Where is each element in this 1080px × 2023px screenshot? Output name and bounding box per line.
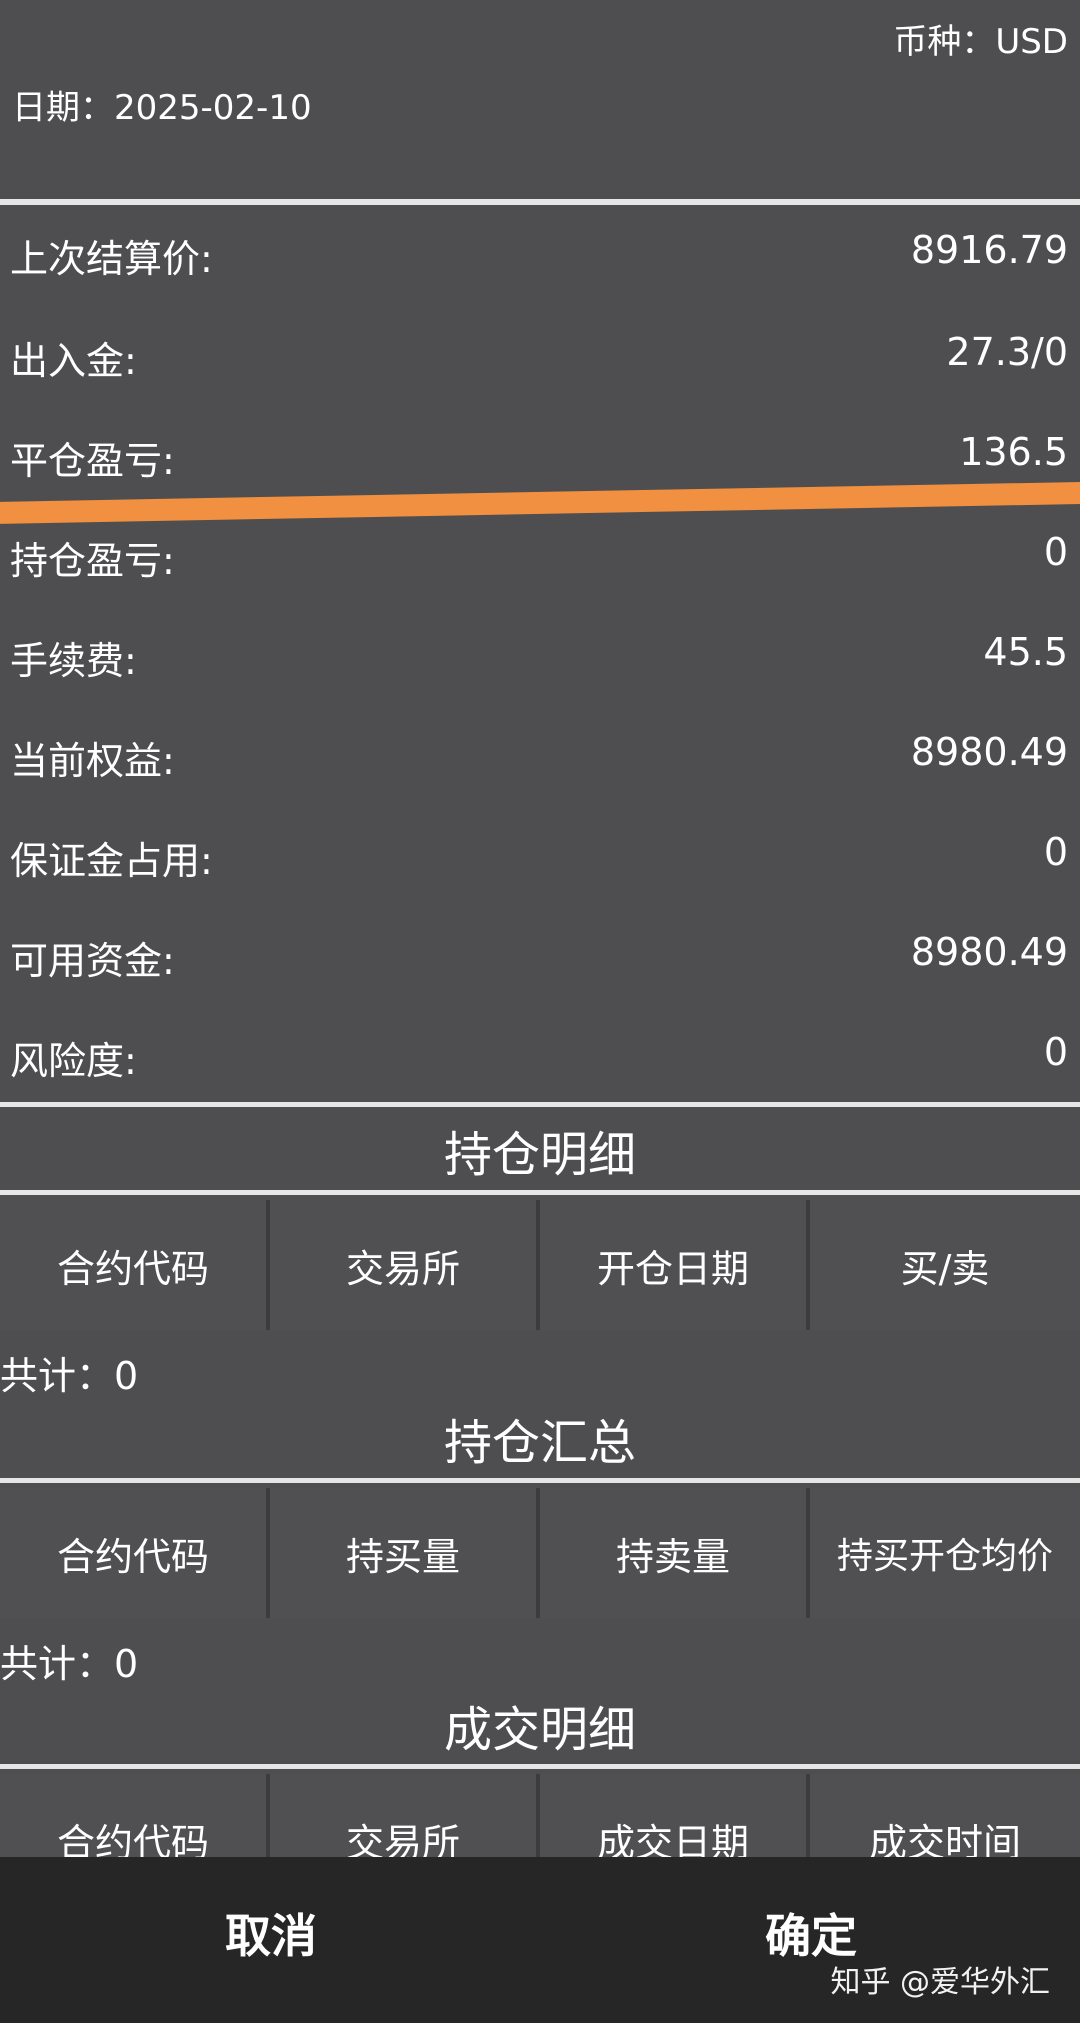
divider (0, 1764, 1080, 1769)
summary-label-margin-used: 保证金占用: (10, 839, 213, 883)
column-header[interactable]: 持买量 (270, 1488, 540, 1618)
column-header[interactable]: 买/卖 (810, 1200, 1080, 1330)
date-label: 日期：2025-02-10 (12, 88, 312, 128)
currency-label: 币种：USD (893, 22, 1068, 62)
summary-value-deposit-withdraw: 27.3/0 (946, 330, 1068, 374)
summary-value-equity: 8980.49 (910, 730, 1068, 774)
positions-detail-total: 共计：0 (0, 1354, 139, 1398)
column-header[interactable]: 持卖量 (540, 1488, 810, 1618)
highlight-stroke (0, 481, 1080, 524)
summary-value-position-pnl: 0 (1043, 530, 1068, 574)
summary-label-risk: 风险度: (10, 1039, 137, 1083)
positions-summary-total: 共计：0 (0, 1642, 139, 1686)
divider (0, 1190, 1080, 1195)
column-header[interactable]: 持买开仓均价 (810, 1488, 1080, 1618)
positions-detail-header: 合约代码 交易所 开仓日期 买/卖 (0, 1200, 1080, 1330)
column-header[interactable]: 交易所 (270, 1200, 540, 1330)
summary-value-closed-pnl: 136.5 (959, 430, 1068, 474)
summary-value-risk: 0 (1043, 1030, 1068, 1074)
watermark: 知乎 @爱华外汇 (830, 1965, 1050, 2000)
summary-value-commission: 45.5 (983, 630, 1068, 674)
summary-label-closed-pnl: 平仓盈亏: (10, 439, 175, 483)
divider (0, 1478, 1080, 1483)
summary-label-available-funds: 可用资金: (10, 939, 175, 983)
summary-label-commission: 手续费: (10, 639, 137, 683)
divider (0, 1102, 1080, 1107)
column-header[interactable]: 合约代码 (0, 1200, 270, 1330)
section-title-trades-detail: 成交明细 (443, 1702, 636, 1758)
column-header[interactable]: 开仓日期 (540, 1200, 810, 1330)
summary-label-position-pnl: 持仓盈亏: (10, 539, 175, 583)
summary-label-last-settlement: 上次结算价: (10, 237, 213, 281)
positions-summary-header: 合约代码 持买量 持卖量 持买开仓均价 (0, 1488, 1080, 1618)
summary-value-margin-used: 0 (1043, 830, 1068, 874)
summary-value-available-funds: 8980.49 (910, 930, 1068, 974)
column-header[interactable]: 合约代码 (0, 1488, 270, 1618)
section-title-positions-summary: 持仓汇总 (443, 1415, 636, 1471)
section-title-positions-detail: 持仓明细 (443, 1127, 636, 1183)
divider (0, 199, 1080, 205)
cancel-button[interactable]: 取消 (225, 1900, 317, 1966)
summary-label-equity: 当前权益: (10, 739, 175, 783)
summary-value-last-settlement: 8916.79 (910, 228, 1068, 272)
summary-label-deposit-withdraw: 出入金: (10, 339, 137, 383)
